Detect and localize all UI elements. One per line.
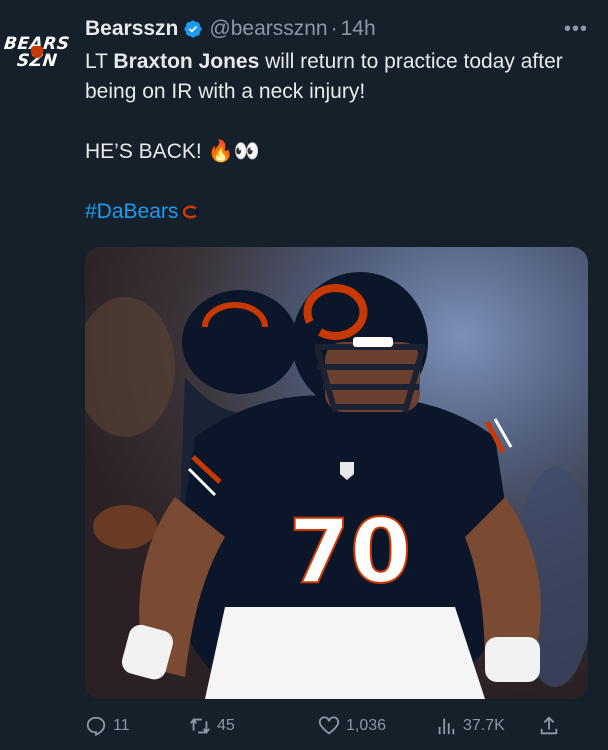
- views-chart-icon: [438, 718, 455, 735]
- retweet-icon: [190, 718, 210, 734]
- tweet-text: LT Braxton Jones will return to practice…: [85, 47, 595, 227]
- reply-icon: [86, 716, 106, 737]
- tweet-line-3: #DaBears: [85, 197, 595, 227]
- display-name[interactable]: Bearsszn: [85, 17, 178, 41]
- tweet-line-1: LT Braxton Jones will return to practice…: [85, 47, 595, 107]
- fire-eyes-emoji: 🔥👀: [207, 140, 260, 163]
- more-options-icon[interactable]: •••: [564, 18, 588, 41]
- tweet[interactable]: BEARS SZN Bearsszn @bearssznn · 14h ••• …: [0, 0, 608, 750]
- tweet-line-2: HE’S BACK! 🔥👀: [85, 137, 595, 167]
- jersey-number: 70: [289, 500, 411, 603]
- reply-count: 11: [113, 717, 130, 734]
- bear-head-icon: [31, 46, 43, 58]
- verified-badge-icon: [184, 20, 202, 38]
- tweet-line-2-text: HE’S BACK!: [85, 140, 208, 163]
- bears-c-logo-icon: [181, 205, 200, 219]
- tweet-header: Bearsszn @bearssznn · 14h •••: [85, 14, 588, 44]
- retweet-button[interactable]: 45: [189, 715, 235, 737]
- tweet-photo[interactable]: 70: [85, 247, 588, 699]
- like-button[interactable]: 1,036: [318, 715, 386, 737]
- tweet-actions: 11 45 1,036 37.7K: [85, 712, 585, 742]
- hashtag-link[interactable]: #DaBears: [85, 200, 178, 223]
- views-button[interactable]: 37.7K: [435, 715, 505, 737]
- share-button[interactable]: [538, 715, 566, 737]
- heart-icon: [318, 716, 340, 735]
- retweet-count: 45: [217, 717, 235, 734]
- timestamp[interactable]: 14h: [341, 17, 376, 41]
- player-name: Braxton Jones: [113, 50, 260, 73]
- avatar[interactable]: BEARS SZN: [3, 20, 71, 86]
- photo-illustration: 70: [85, 247, 588, 699]
- view-count: 37.7K: [463, 717, 505, 734]
- handle[interactable]: @bearssznn: [209, 17, 327, 41]
- share-icon: [540, 716, 558, 735]
- like-count: 1,036: [346, 717, 387, 734]
- separator: ·: [330, 17, 338, 40]
- tweet-line-1-prefix: LT: [85, 50, 114, 73]
- reply-button[interactable]: 11: [85, 715, 130, 737]
